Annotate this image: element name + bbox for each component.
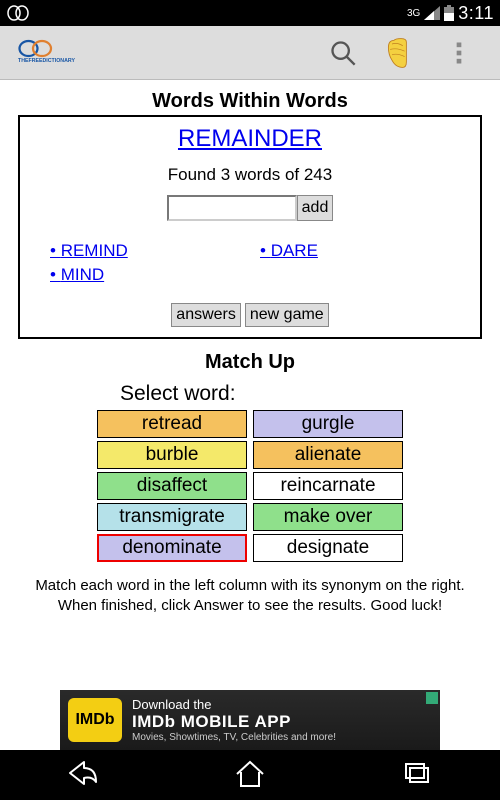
status-bar: 3G 3:11 [0,0,500,26]
found-word-link[interactable]: DARE [260,239,470,263]
answers-button[interactable]: answers [171,303,241,327]
android-nav-bar [0,750,500,800]
main-word-link[interactable]: REMAINDER [30,125,470,153]
add-button[interactable]: add [297,195,334,221]
ad-logo: IMDb [68,698,122,742]
network-label: 3G [407,8,420,19]
overflow-menu-icon[interactable] [438,32,480,74]
found-word-link[interactable]: REMIND [50,239,260,263]
words-within-title: Words Within Words [18,90,482,113]
match-left-cell[interactable]: retread [97,410,247,438]
match-right-cell[interactable]: reincarnate [253,472,403,500]
match-right-cell[interactable]: alienate [253,441,403,469]
found-count-text: Found 3 words of 243 [30,165,470,185]
search-icon[interactable] [322,32,364,74]
app-logo[interactable]: THEFREEDICTIONARY [12,35,314,70]
ad-privacy-icon[interactable] [426,692,438,704]
matchup-title: Match Up [18,351,482,374]
new-game-button[interactable]: new game [245,303,329,327]
ad-line2: IMDb MOBILE APP [132,712,432,732]
found-words-list: REMIND MIND DARE [50,239,470,287]
svg-text:THEFREEDICTIONARY: THEFREEDICTIONARY [18,58,75,64]
signal-icon [424,6,440,20]
match-left-cell[interactable]: disaffect [97,472,247,500]
matchup-card: Select word: retreadgurgleburblealienate… [18,382,482,617]
clock: 3:11 [458,3,494,24]
app-status-icon [6,4,30,22]
battery-icon [444,5,454,21]
match-right-cell[interactable]: gurgle [253,410,403,438]
match-left-cell[interactable]: transmigrate [97,503,247,531]
words-within-card: REMAINDER Found 3 words of 243 add REMIN… [18,115,482,339]
match-right-cell[interactable]: designate [253,534,403,562]
matchup-instructions: Match each word in the left column with … [18,576,482,617]
back-button[interactable] [66,758,100,793]
app-bar: THEFREEDICTIONARY [0,26,500,80]
ad-line3: Movies, Showtimes, TV, Celebrities and m… [132,732,432,743]
recent-apps-button[interactable] [400,758,434,793]
brain-icon[interactable] [380,32,422,74]
word-input[interactable] [167,195,297,221]
match-left-cell[interactable]: denominate [97,534,247,562]
found-word-link[interactable]: MIND [50,263,260,287]
matchup-prompt: Select word: [120,382,482,406]
ad-line1: Download the [132,697,432,712]
match-grid: retreadgurgleburblealienatedisaffectrein… [18,410,482,562]
ad-banner[interactable]: IMDb Download the IMDb MOBILE APP Movies… [60,690,440,750]
match-right-cell[interactable]: make over [253,503,403,531]
match-left-cell[interactable]: burble [97,441,247,469]
home-button[interactable] [233,758,267,793]
